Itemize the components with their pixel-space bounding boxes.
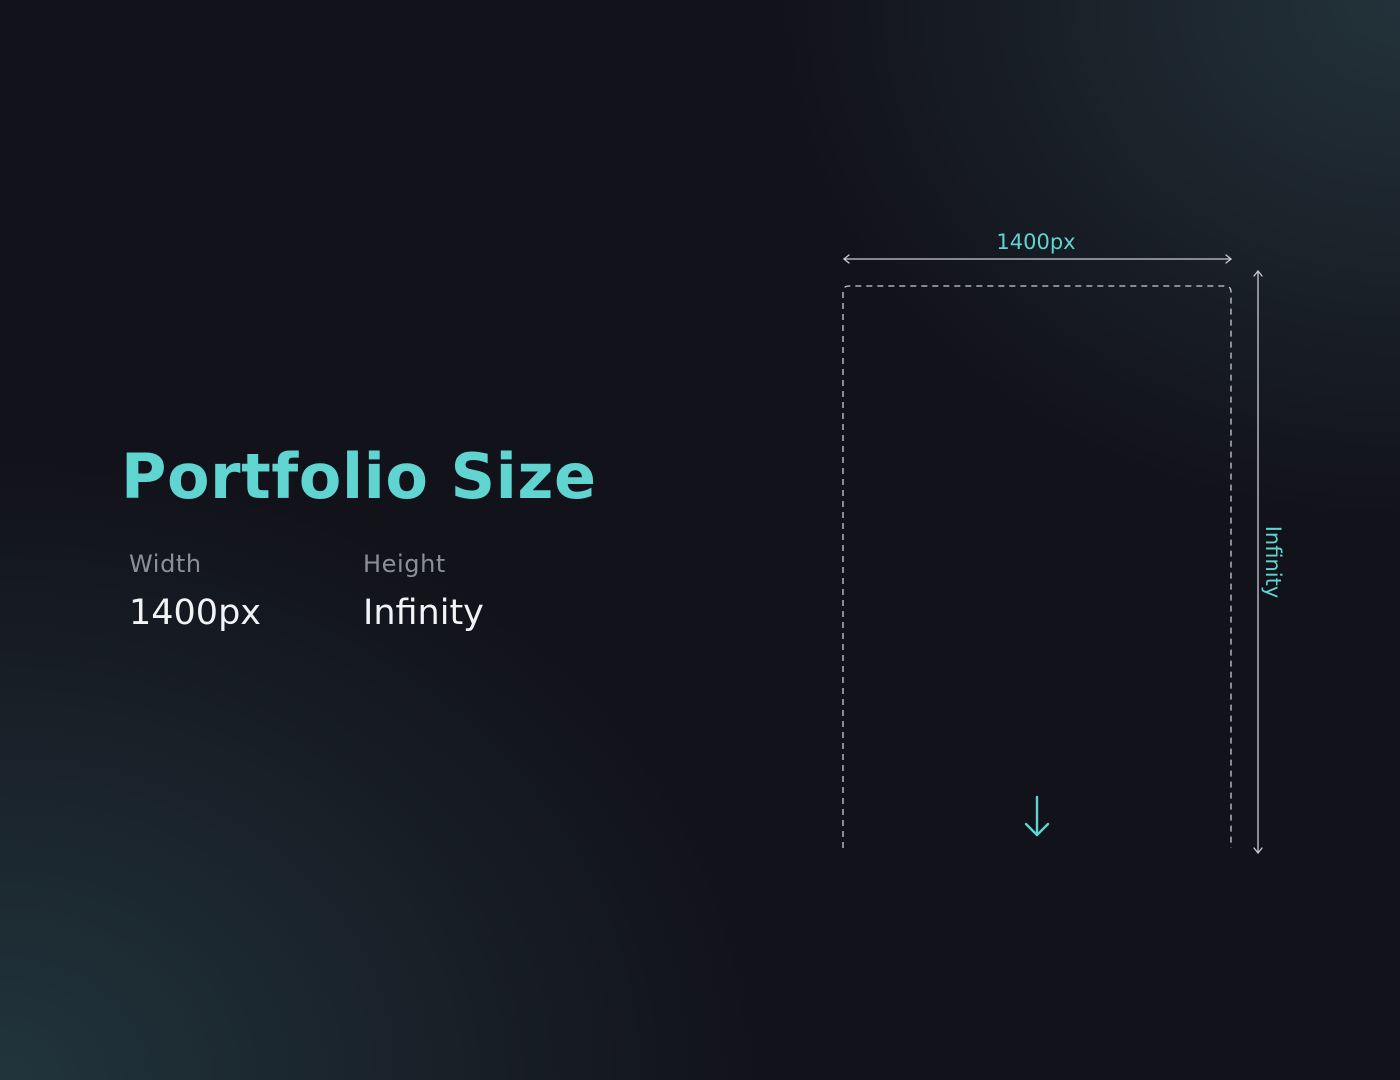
arrow-down-icon	[1024, 795, 1050, 837]
height-dimension-line	[1253, 269, 1263, 855]
width-dimension-label: 1400px	[996, 230, 1075, 254]
page-frame	[842, 285, 1232, 848]
dimension-diagram: 1400px Infinity	[842, 230, 1285, 855]
width-dimension-line	[842, 254, 1233, 264]
height-dimension-label: Infinity	[1261, 526, 1285, 599]
portfolio-size-slide: Portfolio Size Width 1400px Height Infin…	[0, 0, 1400, 1080]
